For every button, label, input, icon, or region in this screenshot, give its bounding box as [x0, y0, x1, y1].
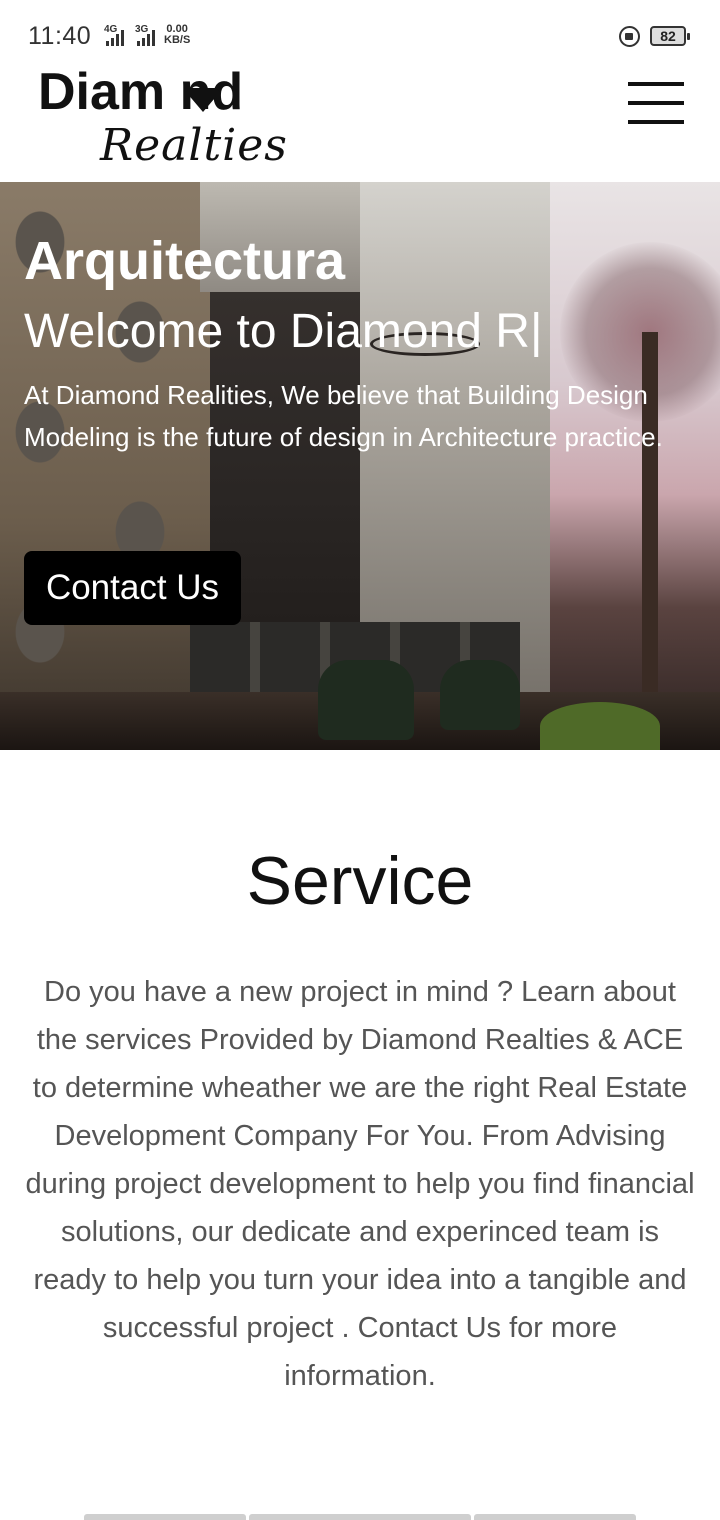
signal-icon — [106, 30, 124, 46]
network-speed: 0.00 KB/S — [164, 24, 190, 46]
hero-description: At Diamond Realities, We believe that Bu… — [24, 380, 663, 452]
contact-us-button[interactable]: Contact Us — [24, 551, 241, 625]
hero-subtitle: Welcome to Diamond R| — [24, 305, 543, 358]
hamburger-menu-icon[interactable] — [628, 82, 684, 124]
service-section: Service Do you have a new project in min… — [0, 750, 720, 1520]
logo-bottom-text: Realties — [100, 120, 288, 171]
service-cards-edge — [84, 1514, 636, 1520]
diamond-icon — [186, 88, 220, 112]
hero-title: Arquitectura — [24, 231, 346, 291]
signal-icon — [137, 30, 155, 46]
service-description: Do you have a new project in mind ? Lear… — [25, 976, 695, 1392]
battery-icon: 82 — [650, 26, 690, 46]
screen-rotation-lock-icon — [619, 26, 640, 47]
battery-level: 82 — [660, 28, 676, 44]
site-header: Diam nd Realties — [0, 62, 720, 182]
speed-unit: KB/S — [164, 34, 191, 46]
status-time: 11:40 — [28, 22, 92, 50]
status-bar: 11:40 4G 3G 0.00 KB/S 82 — [0, 0, 720, 62]
hero-section: Arquitectura Welcome to Diamond R| At Di… — [0, 182, 720, 750]
service-title: Service — [246, 843, 474, 919]
